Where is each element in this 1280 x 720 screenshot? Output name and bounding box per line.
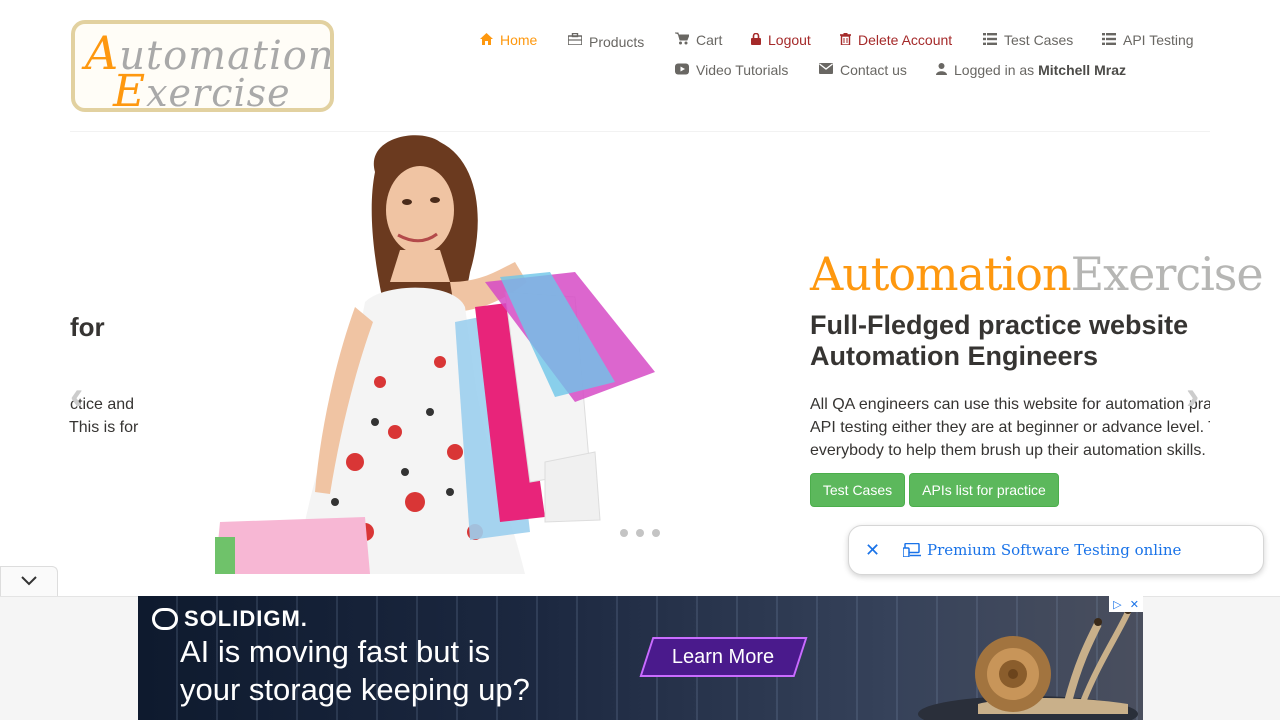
- nav-products[interactable]: Products: [567, 32, 645, 50]
- nav-contact-us[interactable]: Contact us: [819, 62, 907, 78]
- ad-choices-close[interactable]: ▷ ✕: [1109, 596, 1143, 612]
- slider-dot-2[interactable]: [636, 529, 644, 537]
- slide-description-line-1: All QA engineers can use this website fo…: [810, 396, 1210, 413]
- slider-dot-1[interactable]: [620, 529, 628, 537]
- trash-icon: [840, 32, 851, 48]
- ad-learn-more-button[interactable]: Learn More: [639, 637, 808, 677]
- slider-next-arrow[interactable]: ›: [1186, 374, 1199, 419]
- brand-exercise: Exercise: [1070, 247, 1264, 301]
- ad-close-icon[interactable]: ✕: [1130, 598, 1139, 611]
- hero-girl-image: [215, 135, 655, 574]
- header: Automation Exercise Home Products Cart L…: [0, 0, 1280, 132]
- logged-in-status: Logged in as Mitchell Mraz: [936, 62, 1126, 78]
- prev-slide-title: for: [70, 312, 105, 342]
- devices-icon: [902, 542, 921, 558]
- logged-in-username: Mitchell Mraz: [1038, 62, 1126, 78]
- nav-test-cases[interactable]: Test Cases: [983, 32, 1073, 48]
- list-icon: [983, 32, 997, 48]
- nav-products-label: Products: [589, 34, 645, 50]
- slide-description-line-3: everybody to help them brush up their au…: [810, 442, 1206, 459]
- cart-icon: [675, 32, 690, 48]
- nav-video-tutorials-label: Video Tutorials: [696, 62, 789, 78]
- slider-dot-3[interactable]: [652, 529, 660, 537]
- nav-api-testing[interactable]: API Testing: [1102, 32, 1194, 48]
- logo-word-exercise: xercise: [146, 71, 291, 112]
- nav-delete-account-label: Delete Account: [858, 32, 953, 48]
- logged-in-prefix: Logged in as: [954, 62, 1035, 78]
- slide-description: All QA engineers can use this website fo…: [810, 393, 1210, 462]
- slide-headline: Full-Fledged practice website Automation…: [810, 310, 1230, 372]
- slide-brand-title: AutomationExercise: [810, 247, 1264, 301]
- ad-learn-more-label: Learn More: [672, 645, 775, 668]
- close-icon[interactable]: ✕: [865, 540, 881, 561]
- brand-automation: Automation: [810, 247, 1072, 301]
- nav-video-tutorials[interactable]: Video Tutorials: [675, 62, 788, 78]
- chevron-down-icon: [21, 573, 37, 591]
- hero-slider: for ctice and This is for AutomationExer…: [0, 132, 1280, 587]
- ad-line-2: your storage keeping up?: [180, 672, 530, 707]
- youtube-play-icon: [675, 63, 689, 78]
- slide-headline-line-2: Automation Engineers: [810, 341, 1099, 371]
- slider-prev-arrow[interactable]: ‹: [70, 374, 83, 419]
- nav-delete-account[interactable]: Delete Account: [840, 32, 952, 48]
- site-logo[interactable]: Automation Exercise: [71, 20, 334, 112]
- user-icon: [936, 62, 947, 78]
- test-cases-button[interactable]: Test Cases: [810, 473, 905, 507]
- solidigm-logo-icon: [152, 608, 178, 630]
- nav-api-testing-label: API Testing: [1123, 32, 1194, 48]
- premium-suggestion-chip[interactable]: ✕ Premium Software Testing online: [848, 525, 1264, 575]
- slide-headline-line-1: Full-Fledged practice website: [810, 310, 1189, 340]
- nav-logout-label: Logout: [768, 32, 811, 48]
- nav-cart[interactable]: Cart: [675, 32, 722, 48]
- briefcase-icon: [567, 32, 583, 48]
- list-icon: [1102, 32, 1116, 48]
- nav-home-label: Home: [500, 32, 538, 48]
- premium-suggestion-text: Premium Software Testing online: [927, 541, 1182, 559]
- nav-contact-us-label: Contact us: [840, 62, 907, 78]
- slide-description-line-2: API testing either they are at beginner …: [810, 419, 1210, 436]
- ad-collapse-button[interactable]: [0, 566, 58, 596]
- slider-indicators: [620, 529, 660, 537]
- prev-slide-text-2: This is for: [69, 419, 139, 436]
- ad-snail-image: [918, 606, 1138, 720]
- nav-home[interactable]: Home: [480, 32, 537, 48]
- lock-icon: [751, 32, 761, 48]
- ad-choices-icon[interactable]: ▷: [1113, 598, 1121, 611]
- logo-cap-e: E: [113, 66, 147, 112]
- envelope-icon: [819, 63, 833, 77]
- ad-brand-text: SOLIDIGM.: [184, 606, 308, 631]
- apis-list-button[interactable]: APIs list for practice: [909, 473, 1059, 507]
- solidigm-ad-banner[interactable]: SOLIDIGM. AI is moving fast but is your …: [138, 596, 1143, 720]
- home-icon: [480, 32, 493, 48]
- nav-test-cases-label: Test Cases: [1004, 32, 1074, 48]
- ad-brand: SOLIDIGM.: [152, 606, 308, 632]
- nav-logout[interactable]: Logout: [751, 32, 811, 48]
- ad-line-1: AI is moving fast but is: [180, 634, 491, 669]
- nav-cart-label: Cart: [696, 32, 723, 48]
